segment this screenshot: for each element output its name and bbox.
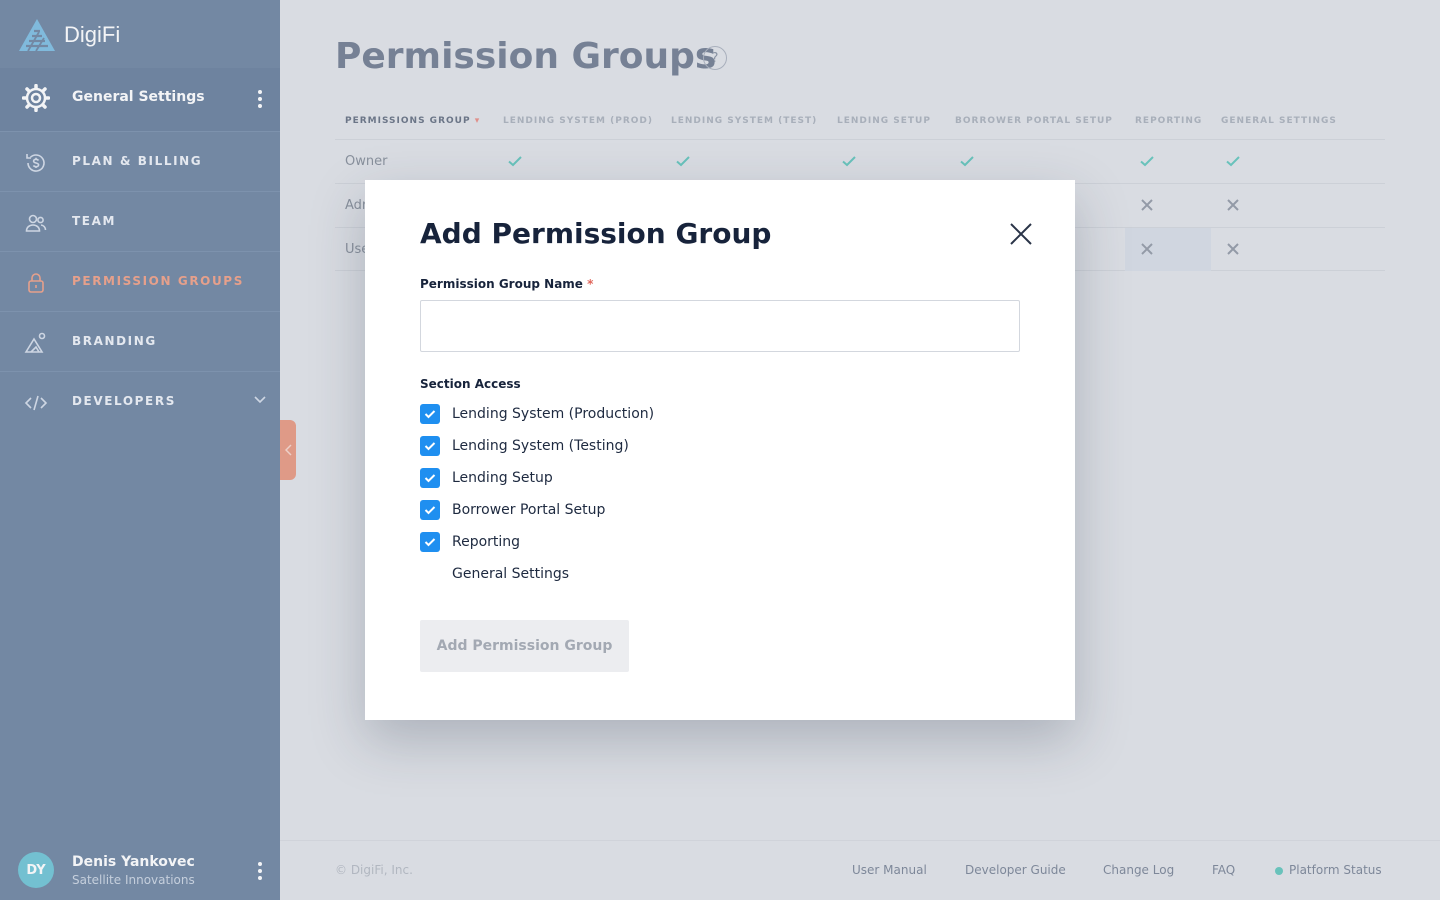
permission-group-name-input[interactable]	[420, 300, 1020, 352]
close-icon[interactable]	[1008, 221, 1034, 247]
checkbox-unchecked[interactable]	[420, 564, 440, 584]
checkmark-icon	[424, 538, 436, 547]
checkbox-checked[interactable]	[420, 468, 440, 488]
checkmark-icon	[424, 506, 436, 515]
option-reporting[interactable]: Reporting	[420, 531, 520, 553]
name-field-label: Permission Group Name *	[420, 277, 594, 291]
checkbox-checked[interactable]	[420, 500, 440, 520]
option-borrower-portal-setup[interactable]: Borrower Portal Setup	[420, 499, 605, 521]
option-lending-setup[interactable]: Lending Setup	[420, 467, 553, 489]
option-label: Lending System (Testing)	[452, 438, 629, 454]
checkbox-checked[interactable]	[420, 532, 440, 552]
option-label: General Settings	[452, 566, 570, 582]
option-general-settings[interactable]: General Settings	[420, 563, 569, 585]
option-lending-system-production[interactable]: Lending System (Production)	[420, 403, 654, 425]
option-lending-system-testing[interactable]: Lending System (Testing)	[420, 435, 629, 457]
checkmark-icon	[424, 474, 436, 483]
section-access-label: Section Access	[420, 377, 521, 391]
option-label: Borrower Portal Setup	[452, 502, 606, 518]
checkbox-checked[interactable]	[420, 436, 440, 456]
checkmark-icon	[424, 410, 436, 419]
option-label: Lending Setup	[452, 470, 553, 486]
add-permission-group-button[interactable]: Add Permission Group	[420, 620, 629, 672]
checkbox-checked[interactable]	[420, 404, 440, 424]
option-label: Lending System (Production)	[452, 406, 655, 422]
modal-title: Add Permission Group	[420, 217, 772, 250]
option-label: Reporting	[452, 534, 521, 550]
checkmark-icon	[424, 442, 436, 451]
add-permission-group-modal: Add Permission Group Permission Group Na…	[365, 180, 1075, 720]
